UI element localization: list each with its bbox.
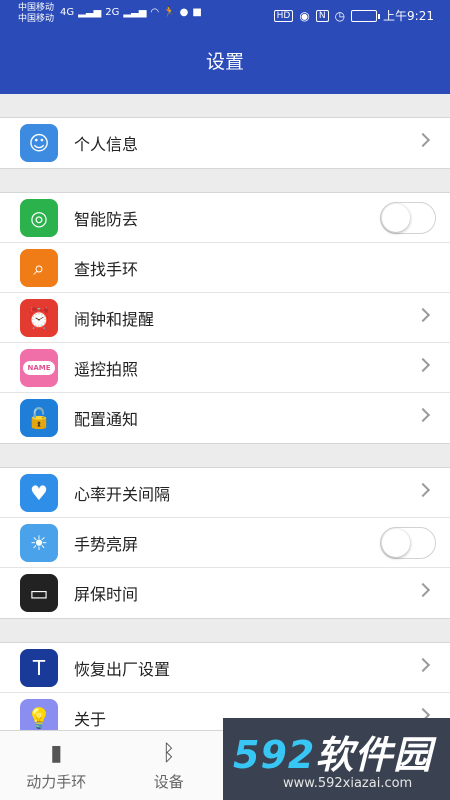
watermark-url: www.592xiazai.com xyxy=(283,776,413,791)
settings-row[interactable]: ♥ 心率开关间隔 xyxy=(0,468,450,518)
signal-icon-2: ▂▃▅ xyxy=(123,7,147,18)
chevron-right-icon xyxy=(415,482,431,498)
name-tag-icon: NAME xyxy=(20,348,58,387)
avatar-face-icon: ☺ xyxy=(20,124,58,162)
page-title: 设置 xyxy=(0,30,450,94)
nfc-icon: N xyxy=(315,9,329,22)
band-icon: ▮ xyxy=(50,740,63,766)
settings-group: T 恢复出厂设置 💡 关于 xyxy=(0,643,450,730)
watermark-brand: 软件园 xyxy=(315,733,433,777)
settings-group: ◎ 智能防丢 ⌕ 查找手环 ⏰ 闹钟和提醒 NAME 遥控拍照 🔓 配置通知 xyxy=(0,193,450,444)
heart-pulse-icon: ♥ xyxy=(20,473,58,512)
settings-row-label: 智能防丢 xyxy=(74,209,139,229)
runner-icon: 🏃 xyxy=(163,7,176,18)
settings-list: ☺ 个人信息 ◎ 智能防丢 ⌕ 查找手环 ⏰ 闹钟和提醒 NAME 遥控拍照 🔓 配置通知 ♥ 心率开关间… xyxy=(0,94,450,730)
bluetooth-icon: ᛒ xyxy=(162,740,176,766)
clock-time: 上午9:21 xyxy=(383,9,434,23)
chevron-right-icon xyxy=(415,307,431,323)
chevron-right-icon xyxy=(415,657,431,673)
unlock-icon: 🔓 xyxy=(20,399,58,437)
settings-row-label: 恢复出厂设置 xyxy=(74,659,171,679)
carrier-info: 中国移动 中国移动 xyxy=(18,3,54,25)
settings-row[interactable]: ⏰ 闹钟和提醒 xyxy=(0,293,450,343)
lightbulb-icon: 💡 xyxy=(20,699,58,730)
settings-row-label: 屏保时间 xyxy=(74,585,139,604)
name-tag-badge: NAME xyxy=(23,360,55,375)
toggle-knob xyxy=(382,529,410,557)
settings-row[interactable]: 🔓 配置通知 xyxy=(0,393,450,443)
hd-icon: HD xyxy=(273,9,294,22)
carrier-2: 中国移动 xyxy=(18,14,55,24)
alarm-status-icon: ◷ xyxy=(334,8,346,23)
group-separator xyxy=(0,94,450,118)
hammer-icon: T xyxy=(20,648,58,687)
status-bar: 中国移动 中国移动 4G ▂▃▅ 2G ▂▃▅ ◠ 🏃 ● ■ HD ◉ N ◷… xyxy=(0,0,450,30)
chevron-right-icon xyxy=(415,357,431,373)
monitor-book-icon: ▭ xyxy=(20,574,58,612)
settings-row[interactable]: T 恢复出厂设置 xyxy=(0,643,450,693)
chevron-right-icon xyxy=(415,132,431,148)
chevron-right-icon xyxy=(415,407,431,423)
settings-row-label: 个人信息 xyxy=(74,135,139,154)
tab-label: 动力手环 xyxy=(26,773,87,791)
settings-row-label: 心率开关间隔 xyxy=(74,484,171,504)
network-2g-label: 2G xyxy=(105,7,120,18)
watermark-number: 592 xyxy=(233,733,316,777)
tab-item[interactable]: ▮ 动力手环 xyxy=(0,731,113,800)
status-left-icons: 4G ▂▃▅ 2G ▂▃▅ ◠ 🏃 ● ■ xyxy=(60,7,202,18)
settings-row-label: 闹钟和提醒 xyxy=(74,309,155,329)
toggle-switch[interactable] xyxy=(380,202,436,234)
eye-icon: ◉ xyxy=(299,8,310,23)
settings-row-label: 手势亮屏 xyxy=(74,534,139,554)
carrier-1: 中国移动 xyxy=(18,3,55,13)
radar-icon: ◎ xyxy=(20,198,58,237)
toggle-switch[interactable] xyxy=(380,527,436,559)
settings-row[interactable]: NAME 遥控拍照 xyxy=(0,343,450,393)
chevron-right-icon xyxy=(415,582,431,598)
settings-row-label: 关于 xyxy=(74,710,107,729)
magnifier-icon: ⌕ xyxy=(20,248,58,287)
app-icon: ■ xyxy=(192,7,202,18)
signal-icon: ▂▃▅ xyxy=(78,7,102,18)
settings-row[interactable]: ☺ 个人信息 xyxy=(0,118,450,168)
settings-group: ♥ 心率开关间隔 ☀ 手势亮屏 ▭ 屏保时间 xyxy=(0,468,450,619)
network-4g-label: 4G xyxy=(60,7,75,18)
sun-icon: ☀ xyxy=(20,523,58,562)
settings-row[interactable]: ▭ 屏保时间 xyxy=(0,568,450,618)
settings-row-label: 配置通知 xyxy=(74,410,139,429)
settings-row-label: 遥控拍照 xyxy=(74,359,139,379)
alarm-clock-icon: ⏰ xyxy=(20,298,58,337)
settings-row[interactable]: ⌕ 查找手环 xyxy=(0,243,450,293)
group-separator xyxy=(0,619,450,643)
tab-item[interactable]: ᛒ 设备 xyxy=(113,731,226,800)
status-right-icons: HD ◉ N ◷ 上午9:21 xyxy=(273,7,434,24)
settings-group: ☺ 个人信息 xyxy=(0,118,450,169)
settings-row-label: 查找手环 xyxy=(74,259,139,279)
settings-row[interactable]: ◎ 智能防丢 xyxy=(0,193,450,243)
watermark-logo: 592软件园 www.592xiazai.com xyxy=(223,718,450,800)
tab-label: 设备 xyxy=(153,773,184,791)
settings-row[interactable]: ☀ 手势亮屏 xyxy=(0,518,450,568)
group-separator xyxy=(0,169,450,193)
chat-icon: ● xyxy=(179,7,189,18)
toggle-knob xyxy=(382,204,410,232)
battery-icon xyxy=(351,9,381,22)
group-separator xyxy=(0,444,450,468)
wifi-icon: ◠ xyxy=(150,7,160,18)
